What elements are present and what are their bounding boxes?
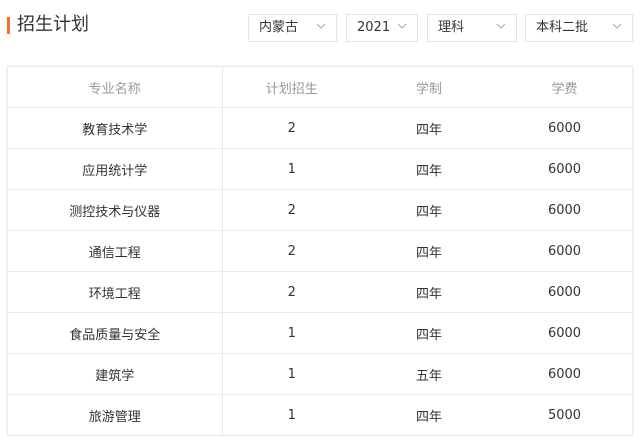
column-header-plan: 计划招生 bbox=[222, 67, 361, 108]
cell-tuition: 6000 bbox=[497, 312, 632, 354]
table-row: 环境工程 2 四年 6000 bbox=[8, 271, 632, 313]
table-row: 应用统计学 1 四年 6000 bbox=[8, 148, 632, 190]
cell-major: 应用统计学 bbox=[8, 148, 223, 190]
cell-tuition: 6000 bbox=[497, 189, 632, 231]
cell-duration: 五年 bbox=[361, 353, 497, 395]
year-select[interactable]: 2021 bbox=[346, 14, 418, 42]
chevron-down-icon bbox=[397, 21, 407, 31]
cell-duration: 四年 bbox=[415, 409, 442, 425]
subject-select-value: 理科 bbox=[438, 20, 465, 35]
cell-major: 建筑学 bbox=[8, 353, 223, 395]
cell-duration: 四年 bbox=[361, 189, 497, 231]
cell-major: 教育技术学 bbox=[8, 107, 223, 149]
cell-tuition: 6000 bbox=[497, 230, 632, 272]
enrollment-plan-table: 专业名称 计划招生 学制 学费 教育技术学 2 四年 6000 应用统计学 1 … bbox=[7, 66, 633, 436]
cell-duration: 四年 bbox=[361, 312, 497, 354]
table-row: 旅游管理 1 四年 5000 bbox=[8, 394, 632, 435]
column-header-tuition: 学费 bbox=[497, 67, 632, 108]
cell-major: 通信工程 bbox=[8, 230, 223, 272]
cell-major: 测控技术与仪器 bbox=[8, 189, 223, 231]
header: 招生计划 内蒙古 2021 理科 本科二批 bbox=[0, 0, 640, 60]
cell-tuition: 6000 bbox=[497, 353, 632, 395]
table-row: 通信工程 2 四年 6000 bbox=[8, 230, 632, 272]
cell-duration: 四年 bbox=[361, 230, 497, 272]
subject-select[interactable]: 理科 bbox=[427, 14, 517, 42]
cell-tuition: 6000 bbox=[497, 148, 632, 190]
cell-plan: 2 bbox=[222, 271, 361, 313]
table-header-row: 专业名称 计划招生 学制 学费 bbox=[8, 67, 632, 108]
cell-tuition: 6000 bbox=[497, 107, 632, 149]
column-header-duration: 学制 bbox=[361, 67, 497, 108]
table-row: 建筑学 1 五年 6000 bbox=[8, 353, 632, 395]
chevron-down-icon bbox=[612, 21, 622, 31]
cell-tuition: 6000 bbox=[497, 271, 632, 313]
cell-plan: 1 bbox=[287, 407, 296, 423]
title-accent-bar bbox=[7, 17, 10, 34]
cell-major: 环境工程 bbox=[8, 271, 223, 313]
cell-duration: 四年 bbox=[361, 271, 497, 313]
cell-tuition: 5000 bbox=[547, 407, 582, 423]
batch-select[interactable]: 本科二批 bbox=[525, 14, 633, 42]
chevron-down-icon bbox=[316, 21, 326, 31]
page-title: 招生计划 bbox=[17, 14, 89, 35]
cell-duration: 四年 bbox=[361, 148, 497, 190]
year-select-value: 2021 bbox=[357, 20, 391, 35]
province-select-value: 内蒙古 bbox=[259, 20, 299, 35]
cell-duration: 四年 bbox=[361, 107, 497, 149]
province-select[interactable]: 内蒙古 bbox=[248, 14, 337, 42]
batch-select-value: 本科二批 bbox=[536, 20, 589, 35]
cell-plan: 2 bbox=[222, 230, 361, 272]
cell-plan: 2 bbox=[222, 107, 361, 149]
column-header-major: 专业名称 bbox=[8, 67, 223, 108]
cell-plan: 2 bbox=[222, 189, 361, 231]
chevron-down-icon bbox=[496, 21, 506, 31]
cell-plan: 1 bbox=[222, 148, 361, 190]
cell-plan: 1 bbox=[222, 353, 361, 395]
cell-plan: 1 bbox=[222, 312, 361, 354]
table-row: 食品质量与安全 1 四年 6000 bbox=[8, 312, 632, 354]
table-row: 教育技术学 2 四年 6000 bbox=[8, 107, 632, 149]
cell-major: 食品质量与安全 bbox=[8, 312, 223, 354]
table-row: 测控技术与仪器 2 四年 6000 bbox=[8, 189, 632, 231]
cell-major: 旅游管理 bbox=[8, 394, 223, 435]
